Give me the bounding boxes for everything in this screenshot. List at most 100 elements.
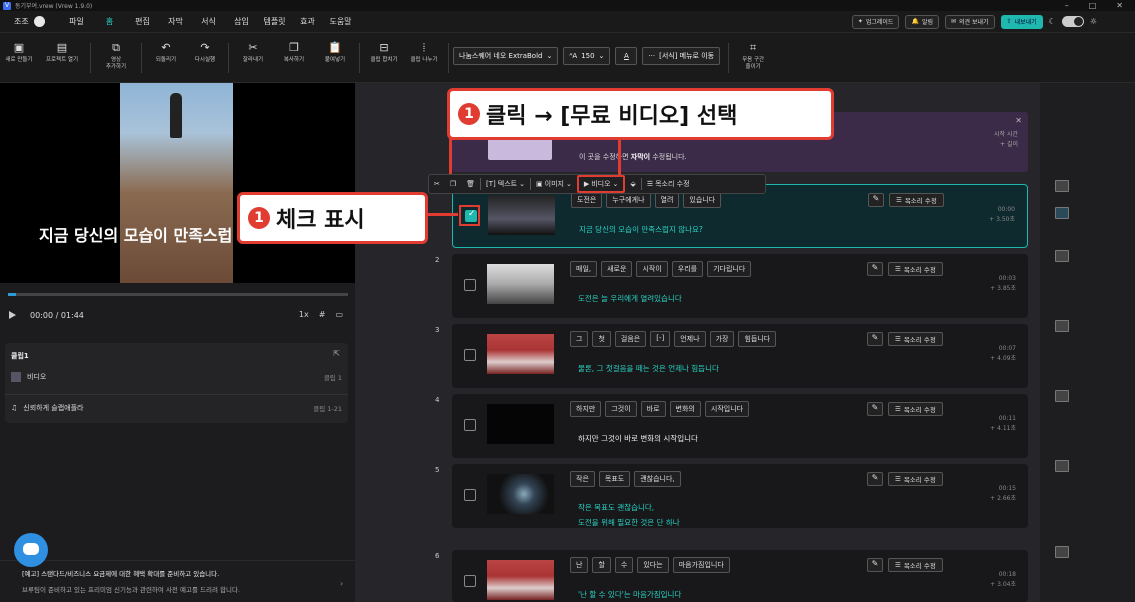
clip-thumbnail[interactable] — [487, 560, 554, 600]
clip-voice-button[interactable]: ☰ 목소리 수정 — [888, 332, 943, 346]
clip-thumbnail[interactable] — [488, 195, 555, 235]
subtitle-clip[interactable]: 6 난 할 수 있다는 마음가짐입니다 '난 할 수 있다'는 마음가짐입니다 ✎ ☰ 목… — [435, 550, 1028, 602]
clip-side-thumbnail[interactable] — [1055, 460, 1069, 472]
clip-thumbnail[interactable] — [487, 404, 554, 444]
word-chip[interactable]: 가장 — [709, 331, 735, 347]
word-chip[interactable]: 기다립니다 — [707, 261, 752, 277]
clip-checkbox[interactable] — [464, 489, 476, 501]
subtitle-clip[interactable]: 5 작은 목표도 괜찮습니다, 작은 목표도 괜찮습니다, 도전을 위해 필요한 것은… — [435, 464, 1028, 530]
minimize-icon[interactable]: – — [1065, 1, 1069, 10]
format-menu-button[interactable]: ··· [서식] 메뉴로 이동 — [642, 47, 721, 65]
toolbar-copy-button[interactable]: ❐ 복사하기 — [273, 41, 315, 64]
insert-image-button[interactable]: ▣ 이미지 ⌄ — [531, 174, 577, 194]
subtitle-line[interactable]: '난 할 수 있다'는 마음가짐입니다 — [578, 587, 681, 602]
menu-item[interactable]: 삽입 — [225, 16, 258, 27]
clip-side-thumbnail[interactable] — [1055, 320, 1069, 332]
menu-item[interactable]: 효과 — [291, 16, 324, 27]
insert-video-button[interactable]: ▶ 비디오 ⌄ — [576, 175, 626, 193]
chevron-right-icon[interactable]: › — [340, 579, 343, 588]
text-color-button[interactable]: A — [615, 47, 638, 65]
edit-pencil-icon[interactable]: ✎ — [867, 262, 883, 276]
word-chip[interactable]: 그것이 — [605, 401, 637, 417]
music-note-icon[interactable] — [1055, 207, 1069, 219]
menu-item[interactable]: 서식 — [192, 16, 225, 27]
subtitle-icon[interactable]: ▭ — [335, 310, 343, 319]
menu-item[interactable]: 홈 — [93, 16, 126, 27]
maximize-icon[interactable]: □ — [1089, 1, 1097, 10]
menu-item[interactable]: 템플릿 — [258, 16, 291, 27]
word-chip[interactable]: 걸음은 — [614, 331, 647, 347]
word-chip[interactable]: 있다는 — [637, 557, 669, 573]
chat-support-button[interactable] — [14, 533, 48, 567]
word-chip[interactable]: 수 — [614, 557, 634, 573]
clip-side-thumbnail[interactable] — [1055, 390, 1069, 402]
font-size-select[interactable]: ᴬA 150 ⌄ — [563, 47, 611, 65]
clip-voice-button[interactable]: ☰ 목소리 수정 — [888, 472, 943, 486]
word-chip[interactable]: 시작입니다 — [704, 401, 750, 417]
word-chip[interactable]: 열려 — [654, 192, 680, 208]
menu-item[interactable]: 도움말 — [324, 16, 357, 27]
word-chip[interactable]: 첫 — [592, 331, 611, 347]
subtitle-clip[interactable]: 4 하지만 그것이 바로 변화의 시작입니다 하지만 그것이 바로 변화의 시작입니다 … — [435, 394, 1028, 458]
voice-edit-button[interactable]: ☰ 목소리 수정 — [642, 174, 695, 194]
seek-bar[interactable] — [8, 293, 348, 296]
clip-side-thumbnail[interactable] — [1055, 250, 1069, 262]
alerts-button[interactable]: 🔔 알림 — [905, 14, 939, 29]
subtitle-line[interactable]: 하지만 그것이 바로 변화의 시작입니다 — [578, 431, 698, 446]
speed-button[interactable]: 1x — [299, 310, 309, 319]
edit-pencil-icon[interactable]: ✎ — [867, 472, 883, 486]
clip-voice-button[interactable]: ☰ 목소리 수정 — [888, 402, 943, 416]
clip-side-thumbnail[interactable] — [1055, 546, 1069, 558]
clip-side-thumbnail[interactable] — [1055, 180, 1069, 192]
subtitle-line[interactable]: 지금 당신의 모습이 만족스럽지 않나요? — [579, 222, 703, 237]
reduce-silence-button[interactable]: ⌗ 무음 구간 줄이기 — [733, 41, 773, 71]
paint-bucket-icon[interactable]: ⬙ — [625, 174, 640, 194]
word-chip[interactable]: 할 — [592, 557, 611, 573]
grid-icon[interactable]: # — [319, 310, 326, 319]
menu-item[interactable]: 자막 — [159, 16, 192, 27]
toolbar-merge-button[interactable]: ⊟ 클립 합치기 — [364, 41, 404, 64]
clip-row-music[interactable]: ♫ 신뢰하게 슬랩애플라 클립 1-21 — [11, 403, 342, 413]
feedback-button[interactable]: ✉ 의견 보내기 — [944, 14, 995, 29]
word-chip[interactable]: 새로운 — [601, 261, 633, 277]
word-chip[interactable]: 그 — [570, 331, 589, 347]
open-external-icon[interactable]: ⇱ — [333, 349, 340, 358]
video-preview[interactable]: 지금 당신의 모습이 만족스럽 — [0, 83, 355, 283]
word-chip[interactable]: [-] — [650, 331, 671, 347]
clip-thumbnail[interactable] — [487, 334, 554, 374]
subtitle-clip[interactable]: 2 매일, 새로운 시작이 우리를 기다립니다 도전은 늘 우리에게 열려있습니다 ✎ … — [435, 254, 1028, 318]
word-chip[interactable]: 시작이 — [636, 261, 668, 277]
subtitle-line[interactable]: 도전을 위해 필요한 것은 단 하나 — [578, 515, 680, 530]
edit-pencil-icon[interactable]: ✎ — [868, 193, 884, 207]
word-chip[interactable]: 우리를 — [671, 261, 704, 277]
subtitle-line[interactable]: 도전은 늘 우리에게 열려있습니다 — [578, 291, 682, 306]
scissors-icon[interactable]: ✂ — [429, 174, 445, 194]
copy-icon[interactable]: ❐ — [445, 174, 461, 194]
notice-title[interactable]: [예고] 스탠다드/비즈니스 요금제에 대한 혜택 확대를 준비하고 있습니다. — [22, 568, 219, 578]
word-chip[interactable]: 작은 — [570, 471, 595, 487]
clip-thumbnail[interactable] — [487, 474, 554, 514]
word-chip[interactable]: 매일, — [570, 261, 598, 277]
word-chip[interactable]: 하지만 — [570, 401, 602, 417]
font-select[interactable]: 나눔스퀘어 네오 ExtraBold ⌄ — [453, 47, 559, 65]
clip-thumbnail[interactable] — [487, 264, 554, 304]
play-icon[interactable] — [9, 311, 16, 319]
upgrade-button[interactable]: ✦ 업그레이드 — [851, 14, 900, 29]
close-window-icon[interactable]: ✕ — [1116, 1, 1123, 10]
word-chip[interactable]: 도전은 — [571, 192, 603, 208]
clip-checkbox[interactable] — [464, 575, 476, 587]
toolbar-folder-button[interactable]: ▤ 프로젝트 열기 — [38, 41, 86, 64]
edit-pencil-icon[interactable]: ✎ — [867, 332, 883, 346]
word-chip[interactable]: 변화의 — [669, 401, 701, 417]
toolbar-redo-button[interactable]: ↷ 다시실행 — [186, 41, 224, 64]
clip-voice-button[interactable]: ☰ 목소리 수정 — [888, 558, 943, 572]
insert-text-button[interactable]: [T] 텍스트 ⌄ — [481, 174, 530, 194]
subtitle-line[interactable]: 작은 목표도 괜찮습니다, — [578, 500, 680, 515]
word-chip[interactable]: 난 — [570, 557, 589, 573]
toolbar-paste-button[interactable]: 📋 붙여넣기 — [315, 41, 355, 64]
toolbar-split-button[interactable]: ⦙ 클립 나누기 — [404, 41, 444, 64]
close-icon[interactable]: ✕ — [1015, 116, 1022, 125]
word-chip[interactable]: 누구에게나 — [606, 192, 651, 208]
word-chip[interactable]: 마음가짐입니다 — [672, 557, 730, 573]
edit-pencil-icon[interactable]: ✎ — [867, 402, 883, 416]
